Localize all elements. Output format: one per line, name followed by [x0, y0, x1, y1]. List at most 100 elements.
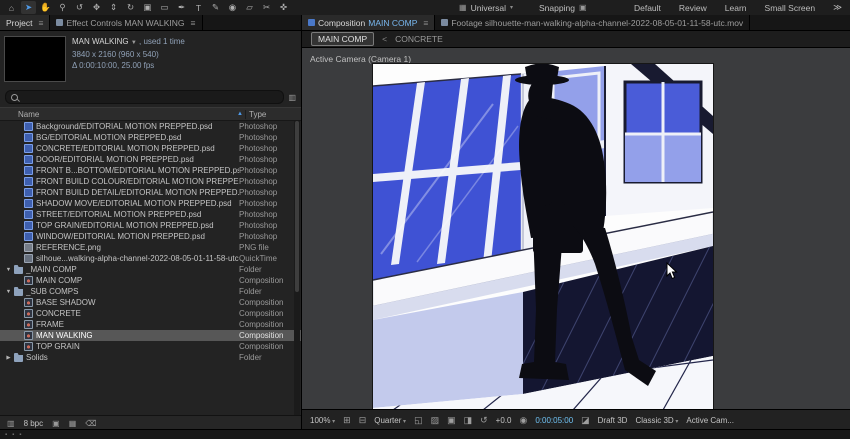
tab-project[interactable]: Project ≡ [0, 15, 51, 30]
search-options-icon[interactable]: ▥ [288, 93, 296, 102]
tab-footage[interactable]: Footage silhouette-man-walking-alpha-cha… [435, 15, 751, 30]
table-row[interactable]: STREET/EDITORIAL MOTION PREPPED.psd Photo… [0, 209, 301, 220]
twirl-icon[interactable]: ▶ [4, 355, 13, 361]
workspace-default[interactable]: Default [634, 3, 661, 13]
composition-canvas[interactable] [373, 64, 713, 409]
brush-tool-icon[interactable]: ✎ [208, 1, 223, 14]
snapshot-icon[interactable]: ◉ [519, 415, 527, 426]
tab-composition[interactable]: Composition MAIN COMP ≡ [302, 15, 436, 30]
universal-dropdown[interactable]: ▦ Universal ▾ [459, 3, 513, 13]
table-row[interactable]: SHADOW MOVE/EDITORIAL MOTION PREPPED.psd… [0, 198, 301, 209]
transparency-grid-icon[interactable]: ▨ [431, 415, 440, 426]
table-row[interactable]: TOP GRAIN/EDITORIAL MOTION PREPPED.psd Ph… [0, 220, 301, 231]
pan-behind-tool-icon[interactable]: ▣ [140, 1, 155, 14]
table-row[interactable]: Background/EDITORIAL MOTION PREPPED.psd P… [0, 121, 301, 132]
renderer-dropdown[interactable]: Classic 3D [635, 416, 678, 425]
twirl-icon[interactable]: ▼ [4, 267, 13, 273]
breadcrumb-concrete[interactable]: CONCRETE [395, 34, 443, 44]
home-icon[interactable]: ⌂ [4, 1, 19, 14]
grid-options-icon[interactable]: ⊞ [343, 415, 351, 426]
zoom-tool-icon[interactable]: ⚲ [55, 1, 70, 14]
table-row[interactable]: ▼ _MAIN COMP Folder [0, 264, 301, 275]
psd-icon [24, 188, 33, 197]
pen-tool-icon[interactable]: ✒ [174, 1, 189, 14]
channel-icon[interactable]: ◨ [464, 415, 473, 426]
table-row[interactable]: TOP GRAIN Composition [0, 341, 301, 352]
project-tab-bar: Project ≡ Effect Controls MAN WALKING ≡ [0, 15, 301, 31]
magnification-dropdown[interactable]: 100% [310, 416, 335, 425]
reset-exposure-icon[interactable]: ↺ [480, 415, 488, 426]
table-row[interactable]: MAIN COMP Composition [0, 275, 301, 286]
workspace-learn[interactable]: Learn [725, 3, 747, 13]
table-row[interactable]: ▶ Solids Folder [0, 352, 301, 363]
table-row[interactable]: FRONT BUILD COLOUR/EDITORIAL MOTION PREP… [0, 176, 301, 187]
preview-timecode[interactable]: 0:00:05:00 [535, 416, 573, 425]
panel-menu-icon[interactable]: ≡ [38, 18, 43, 28]
orbit-camera-tool-icon[interactable]: ↺ [72, 1, 87, 14]
table-row[interactable]: BG/EDITORIAL MOTION PREPPED.psd Photoshop [0, 132, 301, 143]
table-row[interactable]: CONCRETE Composition [0, 308, 301, 319]
new-composition-icon[interactable]: ▦ [69, 419, 77, 428]
toolbar-options: ▦ Universal ▾ Snapping ▣ [459, 3, 587, 13]
workspace-review[interactable]: Review [679, 3, 707, 13]
pan-camera-tool-icon[interactable]: ✥ [89, 1, 104, 14]
table-row[interactable]: WINDOW/EDITORIAL MOTION PREPPED.psd Photo… [0, 231, 301, 242]
mask-toggle-icon[interactable]: ⊟ [359, 415, 367, 426]
bottom-panel-icon-1[interactable]: ▪ [5, 432, 7, 438]
item-name: CONCRETE [36, 309, 81, 318]
dolly-camera-tool-icon[interactable]: ⇕ [106, 1, 121, 14]
table-row[interactable]: CONCRETE/EDITORIAL MOTION PREPPED.psd Pho… [0, 143, 301, 154]
search-box[interactable] [5, 90, 285, 104]
shape-tool-icon[interactable]: ▭ [157, 1, 172, 14]
roto-brush-tool-icon[interactable]: ✂ [259, 1, 274, 14]
view-layout-dropdown[interactable]: Active Cam... [686, 416, 734, 425]
column-type[interactable]: Type [245, 109, 301, 119]
bpc-indicator[interactable]: 8 bpc [24, 419, 44, 428]
breadcrumb-main-comp[interactable]: MAIN COMP [311, 32, 375, 46]
type-tool-icon[interactable]: T [191, 1, 206, 14]
camera-wireframe-icon[interactable]: ▣ [447, 415, 456, 426]
list-header[interactable]: Name ▲ Type [0, 107, 301, 121]
table-row[interactable]: silhoue...walking-alpha-channel-2022-08-… [0, 253, 301, 264]
universal-label: Universal [470, 2, 506, 13]
resolution-dropdown[interactable]: Quarter [374, 416, 406, 425]
hand-tool-icon[interactable]: ✋ [38, 1, 53, 14]
workspace-small-screen[interactable]: Small Screen [765, 3, 816, 13]
puppet-pin-tool-icon[interactable]: ✜ [276, 1, 291, 14]
sort-asc-icon[interactable]: ▲ [237, 111, 243, 117]
table-row[interactable]: REFERENCE.png PNG file [0, 242, 301, 253]
region-of-interest-icon[interactable]: ◱ [414, 415, 423, 426]
column-name[interactable]: Name [0, 110, 245, 119]
scrollbar[interactable] [294, 121, 300, 415]
panel-menu-icon[interactable]: ≡ [423, 18, 428, 28]
search-input[interactable] [22, 92, 279, 102]
workspace-overflow-icon[interactable]: ≫ [833, 2, 842, 13]
table-row[interactable]: FRONT B...BOTTOM/EDITORIAL MOTION PREPPE… [0, 165, 301, 176]
twirl-icon[interactable]: ▼ [4, 289, 13, 295]
table-row[interactable]: FRAME Composition [0, 319, 301, 330]
snapping-toggle[interactable]: Snapping ▣ [539, 3, 586, 13]
tab-effect-controls[interactable]: Effect Controls MAN WALKING ≡ [50, 15, 203, 30]
eraser-tool-icon[interactable]: ▱ [242, 1, 257, 14]
draft-3d-toggle[interactable]: Draft 3D [598, 416, 628, 425]
clone-stamp-tool-icon[interactable]: ◉ [225, 1, 240, 14]
rotation-tool-icon[interactable]: ↻ [123, 1, 138, 14]
item-name: Solids [26, 353, 48, 362]
bottom-panel-icon-2[interactable]: ▪ [12, 432, 14, 438]
panel-menu-icon[interactable]: ≡ [191, 18, 196, 28]
bottom-panel-icon-3[interactable]: ▪ [19, 432, 21, 438]
search-row: ▥ [0, 87, 301, 107]
interpret-footage-icon[interactable]: ▥ [7, 419, 15, 428]
table-row[interactable]: MAN WALKING Composition [0, 330, 301, 341]
selection-tool-icon[interactable]: ➤ [21, 1, 36, 14]
table-row[interactable]: ▼ _SUB COMPS Folder [0, 286, 301, 297]
table-row[interactable]: FRONT BUILD DETAIL/EDITORIAL MOTION PREP… [0, 187, 301, 198]
viewer-area[interactable]: Active Camera (Camera 1) [302, 48, 850, 409]
exposure-value[interactable]: +0.0 [496, 416, 512, 425]
new-folder-icon[interactable]: ▣ [52, 419, 60, 428]
fast-previews-icon[interactable]: ◪ [581, 415, 590, 426]
table-row[interactable]: DOOR/EDITORIAL MOTION PREPPED.psd Photosh… [0, 154, 301, 165]
table-row[interactable]: BASE SHADOW Composition [0, 297, 301, 308]
footage-title-dropdown-icon[interactable]: ▼ [131, 40, 137, 46]
trash-icon[interactable]: ⌫ [85, 419, 96, 428]
